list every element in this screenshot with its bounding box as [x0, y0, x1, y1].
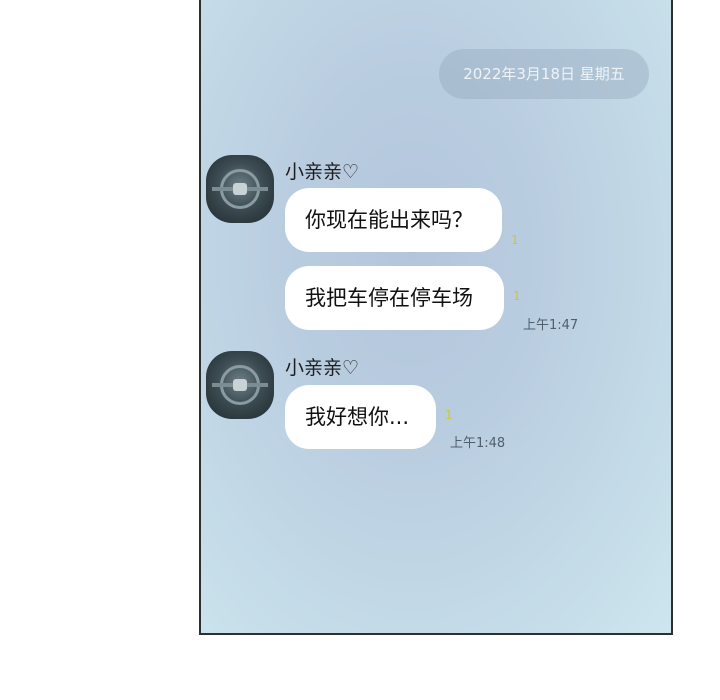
message-bubble[interactable]: 我把车停在停车场	[285, 266, 504, 330]
message-timestamp: 上午1:48	[450, 436, 506, 451]
sender-name: 小亲亲♡	[285, 161, 360, 183]
chat-panel: 2022年3月18日 星期五 小亲亲♡ 你现在能出来吗？ 1 我把车停在停车场 …	[199, 0, 673, 635]
read-indicator: 1	[513, 289, 521, 303]
message-bubble[interactable]: 我好想你...	[285, 385, 436, 449]
wheel-hub	[233, 379, 247, 391]
sender-avatar-icon[interactable]	[206, 351, 274, 419]
message-timestamp: 上午1:47	[523, 318, 579, 333]
date-separator: 2022年3月18日 星期五	[439, 49, 649, 99]
sender-avatar-icon[interactable]	[206, 155, 274, 223]
read-indicator: 1	[511, 233, 519, 247]
wheel-hub	[233, 183, 247, 195]
sender-name: 小亲亲♡	[285, 357, 360, 379]
message-bubble[interactable]: 你现在能出来吗？	[285, 188, 502, 252]
read-indicator: 1	[445, 408, 453, 422]
